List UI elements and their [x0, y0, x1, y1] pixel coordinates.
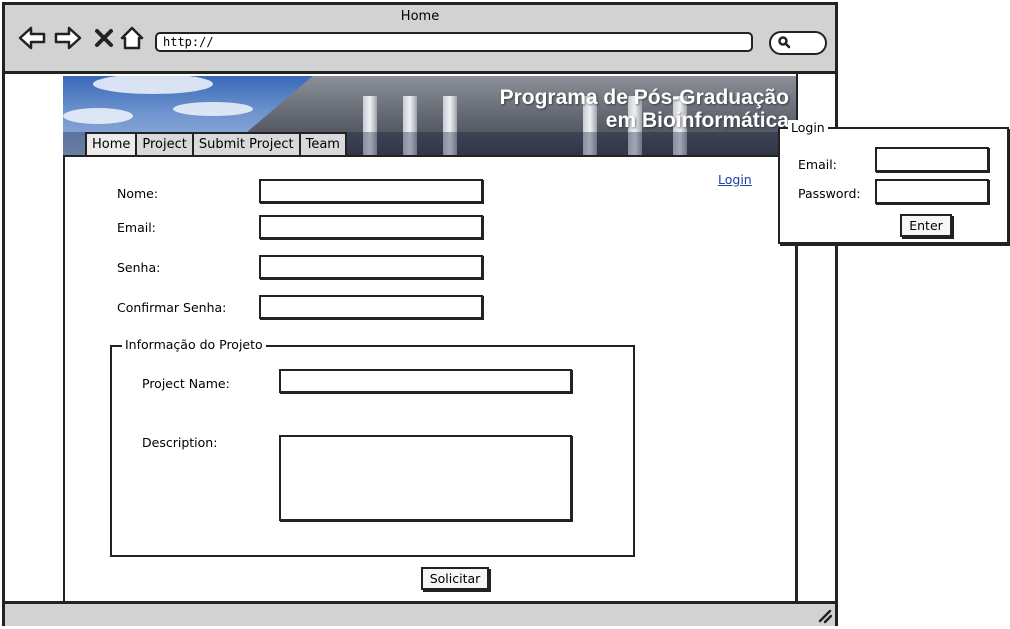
description-label: Description: — [142, 435, 218, 450]
email-field[interactable] — [259, 215, 483, 239]
senha-label: Senha: — [117, 260, 161, 275]
window-title: Home — [400, 9, 440, 24]
tab-submit-project[interactable]: Submit Project — [191, 132, 301, 156]
email-label: Email: — [117, 220, 156, 235]
login-email-field[interactable] — [875, 147, 989, 172]
banner-title-line2: em Bioinformática — [605, 109, 789, 132]
senha-field[interactable] — [259, 255, 483, 279]
project-name-field[interactable] — [279, 369, 572, 393]
banner-title-line1: Programa de Pós-Graduação — [499, 86, 789, 109]
tab-project[interactable]: Project — [135, 132, 194, 156]
project-info-group: Informação do Projeto Project Name: Desc… — [110, 337, 635, 557]
project-info-legend: Informação do Projeto — [122, 337, 266, 352]
tab-team[interactable]: Team — [298, 132, 347, 156]
close-x-icon[interactable] — [89, 23, 119, 53]
status-bar — [5, 601, 835, 626]
login-password-label: Password: — [798, 186, 861, 201]
browser-window: Home http:// Programa de Pós-Graduação e… — [2, 2, 838, 626]
banner-title: Programa de Pós-Graduação em Bioinformát… — [500, 86, 789, 132]
confirmar-senha-label: Confirmar Senha: — [117, 300, 227, 315]
nome-label: Nome: — [117, 186, 159, 201]
tab-bar: Home Project Submit Project Team — [85, 132, 347, 156]
tab-home[interactable]: Home — [85, 132, 138, 156]
content-panel: Login Nome: Email: Senha: Confirmar Senh… — [63, 155, 797, 602]
nome-field[interactable] — [259, 179, 483, 203]
browser-toolbar: Home http:// — [5, 5, 835, 74]
forward-arrow-icon[interactable] — [53, 23, 83, 53]
home-icon[interactable] — [117, 23, 147, 53]
browser-search-button[interactable] — [769, 31, 827, 55]
solicitar-button[interactable]: Solicitar — [421, 567, 489, 590]
confirmar-senha-field[interactable] — [259, 295, 483, 319]
login-link[interactable]: Login — [718, 172, 752, 187]
back-arrow-icon[interactable] — [17, 23, 47, 53]
login-email-label: Email: — [798, 157, 837, 172]
project-name-label: Project Name: — [142, 376, 230, 391]
enter-button[interactable]: Enter — [900, 214, 952, 237]
description-textarea[interactable] — [279, 435, 572, 521]
login-password-field[interactable] — [875, 179, 989, 204]
resize-grip-icon[interactable] — [815, 606, 833, 624]
login-panel: Login Email: Password: Enter — [778, 120, 1009, 244]
login-panel-legend: Login — [788, 120, 828, 135]
search-icon — [777, 34, 791, 53]
url-input[interactable]: http:// — [155, 32, 753, 52]
